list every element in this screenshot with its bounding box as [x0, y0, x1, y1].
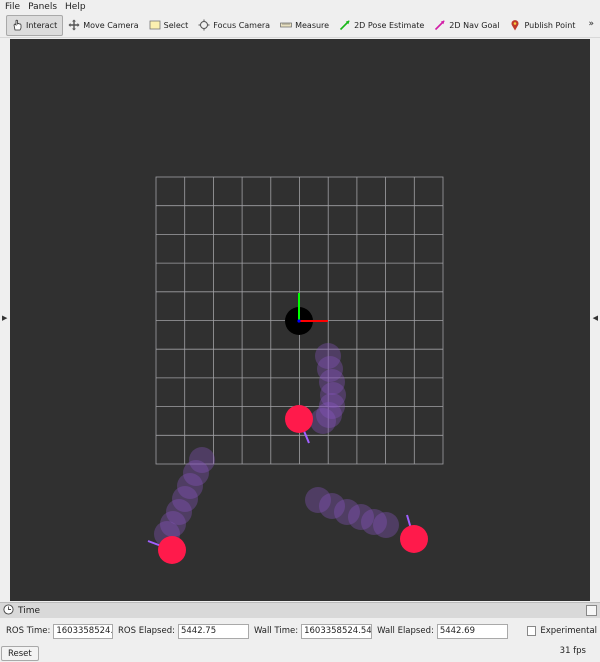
robot-1-marker [285, 405, 313, 444]
ros-time-field[interactable]: 1603358524.51 [53, 623, 114, 639]
publish-point-tool-button[interactable]: Publish Point [505, 15, 580, 36]
focus-crosshair-icon [198, 19, 210, 31]
focus-camera-tool-button[interactable]: Focus Camera [194, 15, 275, 36]
menu-panels[interactable]: Panels [28, 2, 57, 12]
ros-elapsed-label: ROS Elapsed: [118, 626, 175, 636]
origin-axes-marker [285, 293, 328, 335]
right-dock-collapse-icon[interactable]: ◀ [593, 314, 598, 322]
nav-goal-tool-label: 2D Nav Goal [449, 20, 500, 30]
time-panel-header: Time [0, 602, 600, 618]
time-panel-fields: ROS Time: 1603358524.51 ROS Elapsed: 544… [0, 618, 600, 644]
robot-1-trail [310, 343, 346, 434]
hand-pointer-icon [11, 19, 23, 31]
scene-canvas [147, 176, 444, 564]
menu-file[interactable]: File [5, 2, 20, 12]
wall-elapsed-field[interactable]: 5442.69 [436, 623, 508, 639]
time-panel-title: Time [18, 605, 41, 616]
interact-tool-button[interactable]: Interact [6, 14, 64, 36]
map-pin-icon [509, 19, 521, 31]
experimental-label: Experimental [540, 626, 598, 636]
toolbar-overflow-button[interactable]: » [588, 19, 594, 29]
robot-3-trail [305, 487, 399, 538]
publish-point-tool-label: Publish Point [524, 20, 576, 30]
menu-bar: File Panels Help [0, 0, 600, 13]
robot-2-marker [147, 536, 186, 564]
measure-tool-button[interactable]: Measure [276, 15, 334, 36]
undock-panel-button[interactable] [586, 605, 597, 616]
left-dock-collapse-icon[interactable]: ▶ [2, 314, 7, 322]
nav-goal-tool-button[interactable]: 2D Nav Goal [430, 15, 504, 36]
interact-tool-label: Interact [26, 20, 58, 30]
select-tool-label: Select [163, 20, 189, 30]
wall-time-field[interactable]: 1603358524.54 [301, 623, 373, 639]
measure-tool-label: Measure [295, 20, 330, 30]
pose-estimate-tool-button[interactable]: 2D Pose Estimate [335, 15, 429, 36]
3d-viewport[interactable] [10, 39, 590, 601]
select-tool-button[interactable]: Select [145, 15, 194, 36]
render-panel: ▶ ◀ [0, 38, 600, 602]
ruler-icon [280, 19, 292, 31]
pose-estimate-tool-label: 2D Pose Estimate [354, 20, 425, 30]
menu-help[interactable]: Help [65, 2, 86, 12]
green-arrow-icon [339, 19, 351, 31]
focus-camera-tool-label: Focus Camera [213, 20, 271, 30]
magenta-arrow-icon [434, 19, 446, 31]
wall-time-label: Wall Time: [253, 626, 299, 636]
fps-readout: 31 fps [559, 646, 586, 656]
wall-elapsed-label: Wall Elapsed: [377, 626, 434, 636]
move-arrows-icon [68, 19, 80, 31]
clock-icon [3, 603, 14, 618]
reset-button[interactable]: Reset [1, 646, 39, 661]
robot-3-marker [400, 514, 428, 553]
experimental-checkbox[interactable] [526, 626, 537, 636]
ros-elapsed-field[interactable]: 5442.75 [177, 623, 249, 639]
select-box-icon [149, 19, 161, 31]
tool-bar: Interact Move Camera Select Focus Camera… [0, 13, 600, 38]
move-camera-tool-button[interactable]: Move Camera [64, 15, 143, 36]
ros-time-label: ROS Time: [6, 626, 51, 636]
move-camera-tool-label: Move Camera [83, 20, 139, 30]
